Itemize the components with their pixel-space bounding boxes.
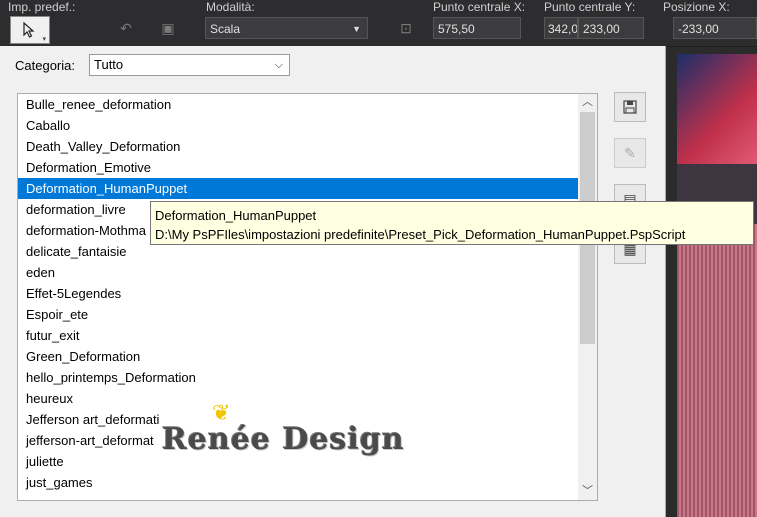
reset-icon[interactable]: ▣ <box>158 18 178 38</box>
tool-options-toolbar: Imp. predef.: ▾ ↶ ▣ Modalità: Scala ▼ ⊡ … <box>0 0 757 47</box>
preset-picker-button[interactable]: ▾ <box>10 16 50 44</box>
list-item-selected[interactable]: Deformation_HumanPuppet <box>18 178 597 199</box>
preset-tooltip: Deformation_HumanPuppet D:\My PsPFIles\i… <box>150 201 754 245</box>
pos-x-label: Posizione X: <box>663 0 730 14</box>
mode-select[interactable]: Scala ▼ <box>205 17 368 39</box>
tooltip-path: D:\My PsPFIles\impostazioni predefinite\… <box>155 227 686 242</box>
list-item[interactable]: eden <box>18 262 597 283</box>
mode-label: Modalità: <box>206 0 255 14</box>
rename-preset-button[interactable]: ✎ <box>614 138 646 168</box>
list-item[interactable]: Deformation_Emotive <box>18 157 597 178</box>
chevron-down-icon: ⌵ <box>274 59 283 71</box>
save-icon <box>623 100 637 114</box>
category-value: Tutto <box>94 57 124 72</box>
list-item[interactable]: hello_printemps_Deformation <box>18 367 597 388</box>
save-preset-button[interactable] <box>614 92 646 122</box>
center-y-input[interactable]: 233,00 <box>578 17 644 39</box>
list-item[interactable]: Green_Deformation <box>18 346 597 367</box>
center-icon[interactable]: ⊡ <box>396 18 416 38</box>
scroll-down-icon[interactable]: ﹀ <box>578 483 597 500</box>
pointer-arrow-icon <box>23 21 35 38</box>
chevron-down-icon: ▼ <box>352 24 361 34</box>
list-scrollbar[interactable]: ︿ ﹀ <box>578 94 597 500</box>
watermark-logo: ❦ Renée Design <box>162 400 404 470</box>
list-item[interactable]: just_games <box>18 472 597 493</box>
mode-select-value: Scala <box>210 22 241 36</box>
center-y-label: Punto centrale Y: <box>544 0 636 14</box>
category-label: Categoria: <box>15 58 75 73</box>
list-item[interactable]: Effet-5Legendes <box>18 283 597 304</box>
list-item[interactable]: futur_exit <box>18 325 597 346</box>
watermark-text: Renée Design <box>162 422 405 457</box>
preset-label: Imp. predef.: <box>8 0 76 14</box>
list-item[interactable]: Bulle_renee_deformation <box>18 94 597 115</box>
center-x-input[interactable]: 575,50 <box>433 17 521 39</box>
undo-icon[interactable]: ↶ <box>116 18 136 38</box>
list-item[interactable]: Caballo <box>18 115 597 136</box>
category-select[interactable]: Tutto ⌵ <box>89 54 290 76</box>
center-x-label: Punto centrale X: <box>433 0 526 14</box>
list-item[interactable]: Death_Valley_Deformation <box>18 136 597 157</box>
canvas-image-top <box>677 54 757 164</box>
chevron-down-icon: ▾ <box>42 36 46 43</box>
image-canvas <box>677 54 757 517</box>
pos-x-input[interactable]: -233,00 <box>673 17 757 39</box>
list-item[interactable]: Espoir_ete <box>18 304 597 325</box>
center-y-partial-input[interactable]: 342,0 <box>544 17 578 39</box>
tooltip-title: Deformation_HumanPuppet <box>155 208 317 223</box>
scroll-up-icon[interactable]: ︿ <box>578 94 597 111</box>
rename-icon: ✎ <box>624 145 636 161</box>
